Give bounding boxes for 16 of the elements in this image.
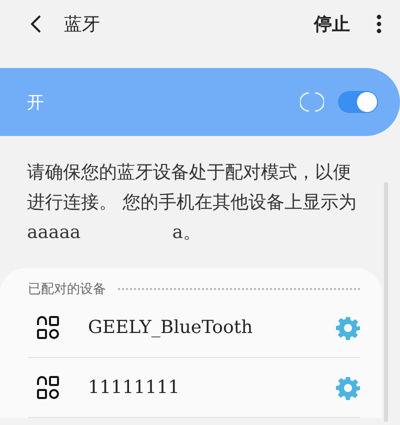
- section-heading: 已配对的设备: [28, 281, 106, 298]
- device-icon: [36, 316, 60, 340]
- settings-icon[interactable]: [336, 376, 360, 400]
- toggle-switch[interactable]: [338, 91, 378, 113]
- device-row[interactable]: 11111111: [28, 358, 360, 418]
- stop-button[interactable]: 停止: [314, 12, 350, 36]
- switch-label: 开: [27, 92, 45, 114]
- page-title: 蓝牙: [64, 13, 101, 36]
- description-text: 请确保您的蓝牙设备处于配对模式，以便进行连接。 您的手机在其他设备上显示为aaaaa a。: [27, 161, 358, 245]
- device-icon: [36, 376, 60, 400]
- more-icon[interactable]: [376, 14, 382, 34]
- back-icon[interactable]: [30, 14, 42, 34]
- settings-icon[interactable]: [336, 316, 360, 340]
- device-name: GEELY_BlueTooth: [88, 317, 254, 338]
- device-row[interactable]: GEELY_BlueTooth: [28, 298, 360, 358]
- device-name: 11111111: [88, 377, 181, 398]
